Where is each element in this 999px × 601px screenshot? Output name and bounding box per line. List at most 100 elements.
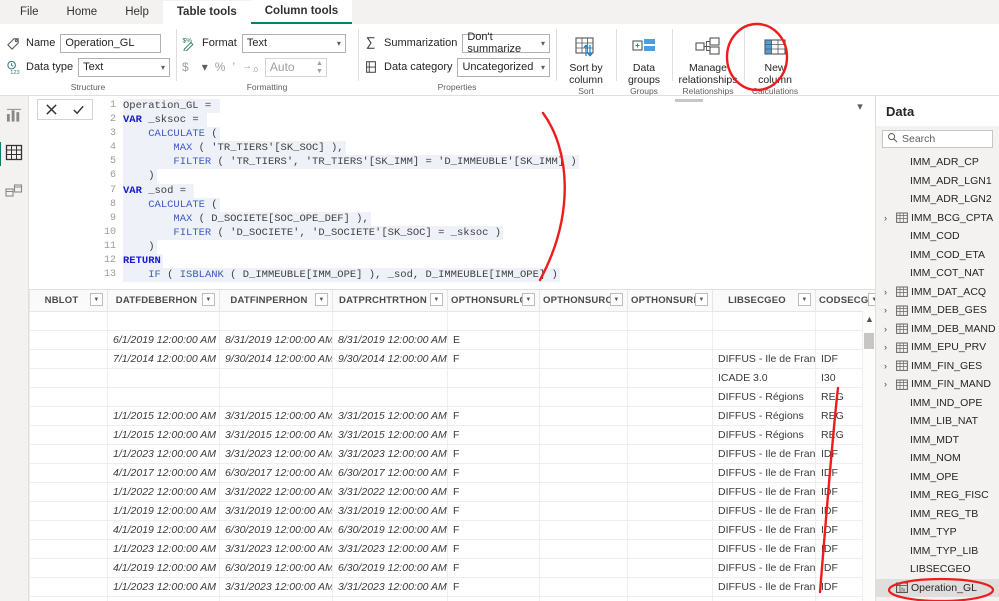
table-cell[interactable] (627, 311, 713, 331)
table-cell[interactable]: 3/31/2015 12:00:00 AM (219, 406, 333, 426)
table-cell[interactable]: F (447, 520, 540, 540)
table-cell[interactable]: 3/31/2023 12:00:00 AM (332, 539, 448, 559)
table-cell[interactable] (539, 406, 628, 426)
table-cell[interactable] (29, 520, 108, 540)
table-row[interactable] (29, 311, 875, 331)
table-cell[interactable]: 7/1/2014 12:00:00 AM (107, 349, 220, 369)
datatype-dropdown[interactable]: Text ▾ (78, 57, 170, 77)
data-groups-button[interactable]: Data groups (622, 32, 666, 86)
table-cell[interactable] (627, 577, 713, 597)
column-header-nblot[interactable]: NBLOT ▼ (29, 290, 108, 312)
formula-accept-button[interactable] (65, 100, 92, 119)
table-cell[interactable]: 4/1/2019 12:00:00 AM (107, 558, 220, 578)
table-row[interactable]: 1/1/2023 12:00:00 AM 3/31/2023 12:00:00 A… (29, 444, 875, 464)
table-cell[interactable]: 8/31/2019 12:00:00 AM (332, 330, 448, 350)
table-cell[interactable] (29, 387, 108, 407)
table-cell[interactable]: 7/1/2017 12:00:00 AM (107, 596, 220, 601)
column-header-opthonsurcg[interactable]: OPTHONSURCG ▼ (539, 290, 628, 312)
table-cell[interactable]: DIFFUS - Ile de France (712, 463, 816, 483)
table-cell[interactable]: DIFFUS - Régions (712, 406, 816, 426)
table-cell[interactable] (712, 311, 816, 331)
table-row[interactable]: 1/1/2019 12:00:00 AM 3/31/2019 12:00:00 A… (29, 501, 875, 521)
table-cell[interactable] (447, 368, 540, 388)
field-list-item-imm_bcg_cpta[interactable]: › IMM_BCG_CPTA (876, 209, 999, 228)
table-cell[interactable] (627, 444, 713, 464)
table-cell[interactable] (539, 387, 628, 407)
field-list-item-imm_mdt[interactable]: IMM_MDT (876, 431, 999, 450)
field-list-item-imm_typ[interactable]: IMM_TYP (876, 523, 999, 542)
chevron-down-icon[interactable]: ▾ (202, 60, 208, 74)
table-cell[interactable]: E (447, 330, 540, 350)
field-list-item-imm_adr_lgn1[interactable]: IMM_ADR_LGN1 (876, 172, 999, 191)
summarization-dropdown[interactable]: Don't summarize ▾ (462, 31, 550, 55)
table-cell[interactable]: 3/31/2015 12:00:00 AM (332, 406, 448, 426)
table-cell[interactable] (219, 311, 333, 331)
scrollbar-thumb[interactable] (864, 333, 874, 349)
column-header-datprchtrthon[interactable]: DATPRCHTRTHON ▼ (332, 290, 448, 312)
table-cell[interactable] (29, 425, 108, 445)
field-list-item-imm_cod[interactable]: IMM_COD (876, 227, 999, 246)
table-cell[interactable]: F (447, 463, 540, 483)
table-cell[interactable]: DIFFUS - Ile de France (712, 558, 816, 578)
table-cell[interactable]: 1/1/2019 12:00:00 AM (107, 501, 220, 521)
table-cell[interactable]: F (447, 539, 540, 559)
table-cell[interactable] (539, 368, 628, 388)
column-filter-dropdown-icon[interactable]: ▼ (315, 293, 328, 306)
table-cell[interactable] (539, 482, 628, 502)
table-cell[interactable]: DIFFUS - Ile de France (712, 539, 816, 559)
field-list-item-imm_epu_prv[interactable]: › IMM_EPU_PRV (876, 338, 999, 357)
table-cell[interactable]: 6/30/2019 12:00:00 AM (332, 558, 448, 578)
field-list-item-libsecgeo[interactable]: LIBSECGEO (876, 560, 999, 579)
table-cell[interactable]: DIFFUS - Ile de France (712, 349, 816, 369)
table-cell[interactable]: 3/31/2023 12:00:00 AM (219, 539, 333, 559)
table-cell[interactable]: 4/1/2019 12:00:00 AM (107, 520, 220, 540)
table-cell[interactable]: F (447, 406, 540, 426)
table-cell[interactable] (712, 330, 816, 350)
column-header-datfinperhon[interactable]: DATFINPERHON ▼ (219, 290, 333, 312)
column-filter-dropdown-icon[interactable]: ▼ (798, 293, 811, 306)
table-cell[interactable]: F (447, 349, 540, 369)
table-cell[interactable] (627, 387, 713, 407)
tab-column-tools[interactable]: Column tools (250, 0, 353, 24)
table-cell[interactable]: F (447, 425, 540, 445)
spinner-arrows-icon[interactable]: ▲ ▼ (316, 60, 323, 76)
table-cell[interactable] (627, 425, 713, 445)
table-cell[interactable] (539, 501, 628, 521)
table-cell[interactable]: 6/30/2017 12:00:00 AM (219, 463, 333, 483)
table-cell[interactable] (539, 596, 628, 601)
table-cell[interactable]: 9/30/2014 12:00:00 AM (219, 349, 333, 369)
table-cell[interactable] (107, 368, 220, 388)
column-filter-dropdown-icon[interactable]: ▼ (90, 293, 103, 306)
field-list-item-imm_cot_nat[interactable]: IMM_COT_NAT (876, 264, 999, 283)
table-cell[interactable]: 1/1/2023 12:00:00 AM (107, 577, 220, 597)
table-row[interactable]: 1/1/2023 12:00:00 AM 3/31/2023 12:00:00 A… (29, 539, 875, 559)
column-header-codsecgeo[interactable]: CODSECGEO▼ (815, 290, 875, 312)
table-cell[interactable]: 6/30/2017 12:00:00 AM (332, 463, 448, 483)
table-cell[interactable]: 1/1/2023 12:00:00 AM (107, 444, 220, 464)
table-cell[interactable]: F (447, 501, 540, 521)
table-cell[interactable] (539, 349, 628, 369)
field-list-item-imm_fin_ges[interactable]: › IMM_FIN_GES (876, 357, 999, 376)
table-cell[interactable]: 3/31/2022 12:00:00 AM (219, 482, 333, 502)
table-cell[interactable]: F (447, 482, 540, 502)
table-cell[interactable] (107, 387, 220, 407)
table-cell[interactable]: DIFFUS - Ile de France (712, 444, 816, 464)
table-cell[interactable]: 3/31/2022 12:00:00 AM (332, 482, 448, 502)
table-cell[interactable] (29, 444, 108, 464)
format-dropdown[interactable]: Text ▾ (241, 33, 346, 53)
table-cell[interactable] (29, 463, 108, 483)
thousands-separator-button[interactable]: ’ (232, 60, 235, 74)
table-cell[interactable] (539, 330, 628, 350)
table-cell[interactable] (627, 463, 713, 483)
table-cell[interactable]: 9/30/2017 12:00:00 AM (332, 596, 448, 601)
table-row[interactable]: 1/1/2022 12:00:00 AM 3/31/2022 12:00:00 A… (29, 482, 875, 502)
table-cell[interactable] (539, 558, 628, 578)
table-cell[interactable]: 6/1/2019 12:00:00 AM (107, 330, 220, 350)
tab-help[interactable]: Help (111, 1, 163, 24)
sidebar-item-report-view[interactable] (1, 104, 27, 128)
table-cell[interactable] (539, 463, 628, 483)
table-cell[interactable] (539, 311, 628, 331)
field-list-item-imm_reg_tb[interactable]: IMM_REG_TB (876, 505, 999, 524)
table-cell[interactable]: 6/30/2019 12:00:00 AM (219, 558, 333, 578)
table-cell[interactable] (539, 577, 628, 597)
